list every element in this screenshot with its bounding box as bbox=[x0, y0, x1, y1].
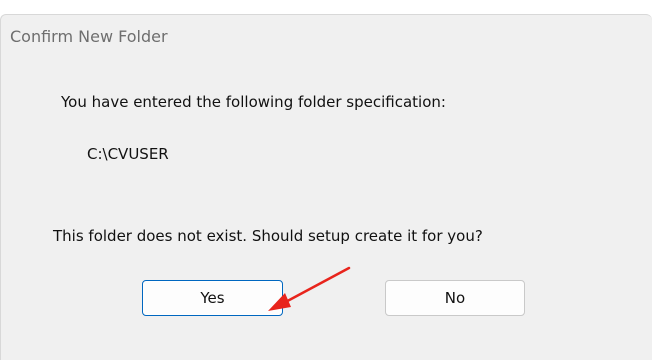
no-button[interactable]: No bbox=[385, 280, 525, 316]
dialog-title: Confirm New Folder bbox=[10, 27, 168, 46]
folder-spec-message: You have entered the following folder sp… bbox=[61, 93, 446, 111]
folder-path: C:\CVUSER bbox=[87, 145, 169, 163]
yes-button[interactable]: Yes bbox=[142, 280, 283, 316]
confirm-new-folder-dialog: Confirm New Folder bbox=[0, 14, 652, 360]
title-bar[interactable]: Confirm New Folder bbox=[1, 15, 652, 59]
create-folder-question: This folder does not exist. Should setup… bbox=[53, 227, 483, 245]
